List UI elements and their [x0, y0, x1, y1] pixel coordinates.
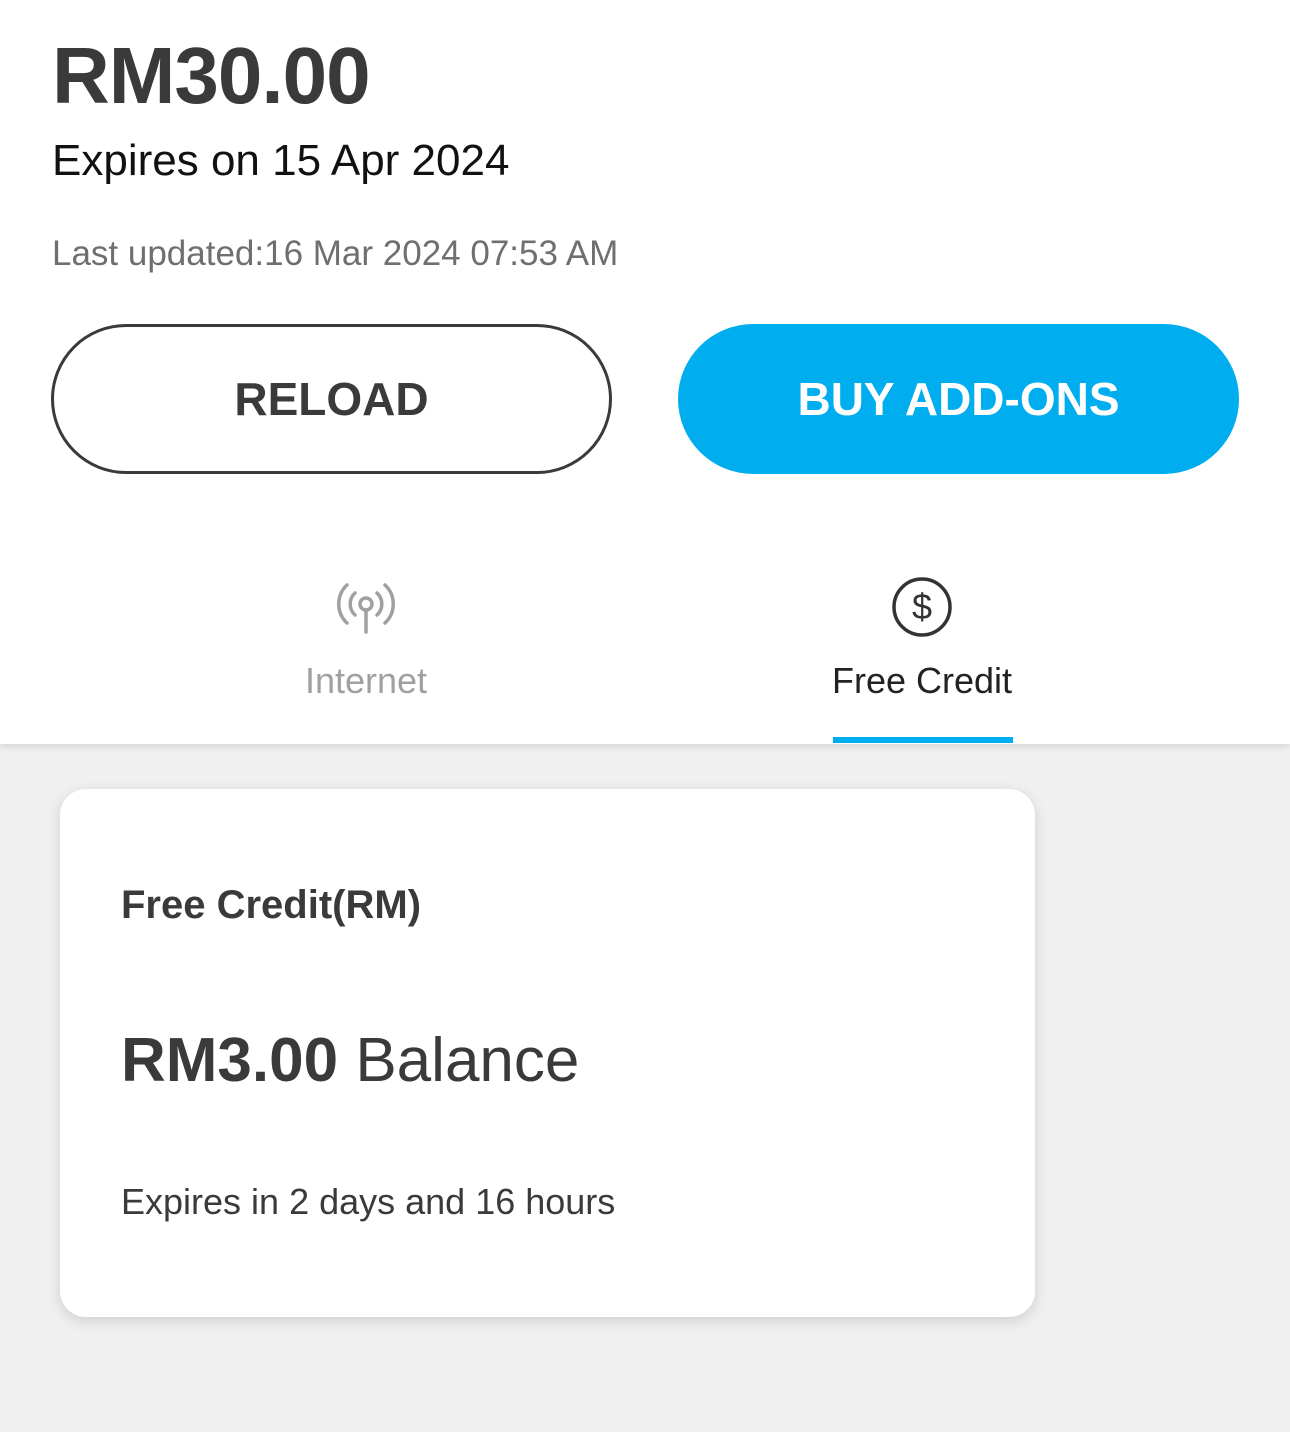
- balance-expiry-date: Expires on 15 Apr 2024: [52, 136, 510, 185]
- free-credit-card: Free Credit(RM) RM3.00 Balance Expires i…: [60, 789, 1035, 1317]
- card-title: Free Credit(RM): [121, 883, 422, 927]
- dollar-circle-icon: $: [892, 577, 952, 637]
- reload-button[interactable]: RELOAD: [51, 324, 612, 474]
- tab-internet[interactable]: Internet: [166, 560, 566, 744]
- free-credit-balance: RM3.00 Balance: [121, 1025, 579, 1096]
- account-summary-panel: RM30.00 Expires on 15 Apr 2024 Last upda…: [0, 0, 1290, 744]
- buy-addons-button[interactable]: BUY ADD-ONS: [678, 324, 1239, 474]
- tab-internet-label: Internet: [304, 660, 428, 701]
- free-credit-expiry: Expires in 2 days and 16 hours: [121, 1181, 616, 1222]
- free-credit-amount: RM3.00: [121, 1026, 339, 1095]
- account-balance: RM30.00: [52, 31, 371, 120]
- svg-text:$: $: [912, 586, 932, 627]
- active-tab-indicator: [833, 737, 1013, 743]
- tab-free-credit[interactable]: $ Free Credit: [722, 560, 1122, 744]
- signal-antenna-icon: [337, 583, 395, 634]
- tab-free-credit-label: Free Credit: [831, 660, 1013, 701]
- last-updated-timestamp: Last updated:16 Mar 2024 07:53 AM: [52, 234, 619, 273]
- free-credit-balance-label: Balance: [355, 1026, 580, 1095]
